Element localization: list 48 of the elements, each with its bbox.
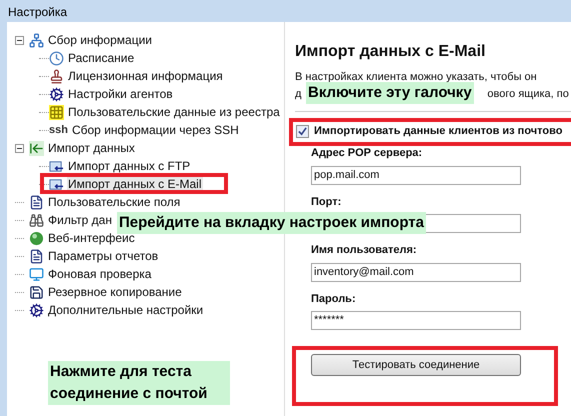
test-connection-button[interactable]: Тестировать соединение [311, 354, 521, 376]
window-title: Настройка [8, 4, 68, 21]
monitor-icon [29, 266, 44, 282]
document-icon [29, 248, 44, 264]
tree-item[interactable]: Пользовательские данные из реестра [67, 103, 281, 121]
field-label: Адрес POP сервера: [311, 146, 424, 161]
import-icon [49, 158, 64, 174]
network-icon [29, 32, 44, 48]
description-text: д [295, 87, 302, 102]
input-field[interactable]: ******* [311, 311, 521, 330]
checkbox[interactable] [296, 124, 309, 138]
stamp-icon [49, 68, 64, 84]
tree-item[interactable]: Дополнительные настройки [47, 301, 204, 319]
tree-item[interactable]: Расписание [67, 49, 136, 67]
document-icon [29, 194, 44, 210]
field-label: Порт: [311, 194, 342, 210]
section-heading: Импорт данных с E-Mail [295, 42, 486, 62]
tree-item[interactable]: Сбор информации через SSH [70, 121, 240, 139]
hint-tooltip: Включите эту галочку [306, 82, 474, 104]
input-field[interactable]: inventory@mail.com [311, 262, 521, 282]
ssh-label: ssh [49, 124, 68, 136]
binoculars-icon [29, 212, 44, 228]
description-text: ового ящика, по [487, 87, 569, 102]
input-field[interactable]: pop.mail.com [311, 166, 521, 184]
grid-icon [49, 104, 64, 120]
tree-item[interactable]: Импорт данных [47, 139, 136, 157]
hint-tooltip: Нажмите для теста соединение с почтой [48, 361, 230, 405]
tree-item[interactable]: Резервное копирование [47, 283, 183, 301]
import-icon [49, 176, 64, 192]
tree-item[interactable]: Параметры отчетов [47, 247, 160, 265]
field-label: Имя пользователя: [311, 243, 418, 258]
description-text: В настройках клиента можно указать, чтобы он [295, 70, 538, 85]
checkbox-label: Импортировать данные клиентов из почтово [314, 124, 562, 138]
collapse-toggle[interactable] [15, 144, 24, 152]
tree-item[interactable]: Сбор информации [47, 31, 153, 49]
clock-icon [49, 50, 64, 66]
hint-tooltip: Перейдите на вкладку настроек импорта [117, 212, 426, 234]
floppy-icon [29, 284, 44, 300]
import-icon [29, 140, 44, 156]
tree-item[interactable]: Пользовательские поля [47, 193, 182, 211]
tree-item[interactable]: Лицензионная информация [67, 67, 224, 85]
tree-item[interactable]: Импорт данных с FTP [67, 157, 192, 175]
tree-item[interactable]: Настройки агентов [67, 85, 174, 103]
field-label: Пароль: [311, 292, 357, 306]
globe-icon [29, 230, 44, 246]
tree-item[interactable]: Фоновая проверка [47, 265, 152, 283]
collapse-toggle[interactable] [15, 36, 24, 44]
tree-item[interactable]: Фильтр дан [47, 211, 113, 229]
